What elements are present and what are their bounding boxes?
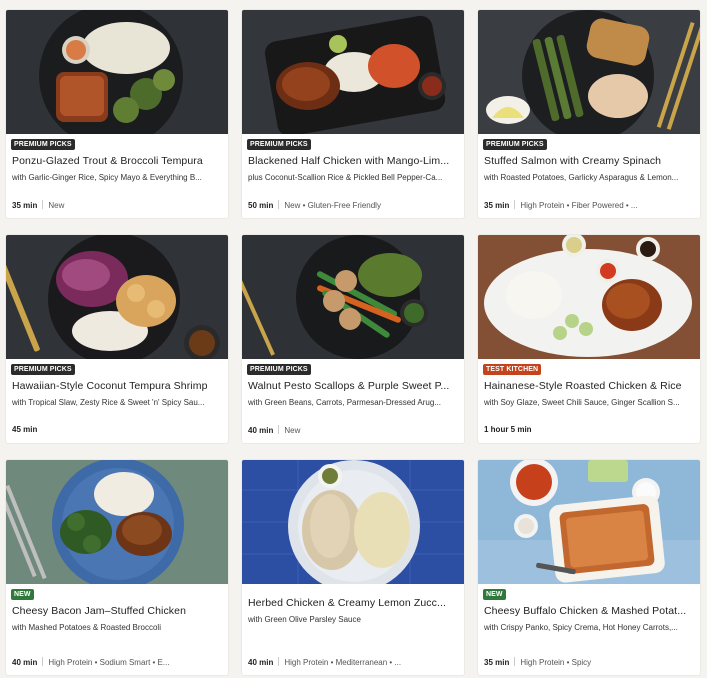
cook-time: 40 min (248, 658, 274, 667)
meta-divider (278, 200, 280, 209)
premium-picks-badge: PREMIUM PICKS (11, 364, 75, 375)
recipe-meta: 50 min New • Gluten-Free Friendly (248, 200, 458, 212)
cook-time: 35 min (12, 201, 38, 210)
premium-picks-badge: PREMIUM PICKS (483, 139, 547, 150)
recipe-image[interactable] (6, 460, 228, 584)
new-badge: NEW (11, 589, 34, 600)
recipe-title[interactable]: Ponzu-Glazed Trout & Broccoli Tempura (12, 155, 222, 167)
recipe-title[interactable]: Hainanese-Style Roasted Chicken & Rice (484, 380, 694, 392)
recipe-subtitle: with Soy Glaze, Sweet Chili Sauce, Ginge… (484, 398, 680, 407)
recipe-tags: New (48, 201, 65, 210)
new-badge: NEW (483, 589, 506, 600)
recipe-meta: 45 min (12, 425, 222, 437)
recipe-title[interactable]: Stuffed Salmon with Creamy Spinach (484, 155, 694, 167)
recipe-card[interactable]: TEST KITCHEN Hainanese-Style Roasted Chi… (478, 235, 700, 443)
meta-divider (514, 200, 516, 209)
recipe-title[interactable]: Walnut Pesto Scallops & Purple Sweet P..… (248, 380, 458, 392)
premium-picks-badge: PREMIUM PICKS (247, 364, 311, 375)
meta-divider (42, 200, 44, 209)
premium-picks-badge: PREMIUM PICKS (11, 139, 75, 150)
meta-divider (42, 657, 44, 666)
recipe-grid: PREMIUM PICKS Ponzu-Glazed Trout & Brocc… (6, 10, 703, 678)
recipe-tags: High Protein • Sodium Smart • E... (48, 658, 170, 667)
cook-time: 35 min (484, 658, 510, 667)
meta-divider (514, 657, 516, 666)
recipe-meta: 40 min High Protein • Mediterranean • ... (248, 657, 458, 669)
recipe-title[interactable]: Cheesy Bacon Jam–Stuffed Chicken (12, 605, 222, 617)
recipe-subtitle: with Green Beans, Carrots, Parmesan-Dres… (248, 398, 441, 407)
recipe-meta: 35 min New (12, 200, 222, 212)
cook-time: 40 min (248, 426, 274, 435)
test-kitchen-badge: TEST KITCHEN (483, 364, 542, 375)
recipe-title[interactable]: Hawaiian-Style Coconut Tempura Shrimp (12, 380, 222, 392)
recipe-subtitle: with Roasted Potatoes, Garlicky Asparagu… (484, 173, 679, 182)
cook-time: 1 hour 5 min (484, 425, 532, 434)
recipe-subtitle: with Tropical Slaw, Zesty Rice & Sweet '… (12, 398, 205, 407)
recipe-subtitle: plus Coconut-Scallion Rice & Pickled Bel… (248, 173, 443, 182)
recipe-title[interactable]: Herbed Chicken & Creamy Lemon Zucc... (248, 597, 458, 609)
recipe-subtitle: with Garlic-Ginger Rice, Spicy Mayo & Ev… (12, 173, 202, 182)
recipe-tags: New (284, 426, 301, 435)
recipe-image[interactable] (478, 235, 700, 359)
recipe-image[interactable] (242, 235, 464, 359)
recipe-image[interactable] (242, 460, 464, 584)
recipe-tags: High Protein • Fiber Powered • ... (520, 201, 638, 210)
recipe-meta: 1 hour 5 min (484, 425, 694, 437)
recipe-tags: High Protein • Spicy (520, 658, 592, 667)
recipe-card[interactable]: PREMIUM PICKS Ponzu-Glazed Trout & Brocc… (6, 10, 228, 218)
recipe-subtitle: with Green Olive Parsley Sauce (248, 615, 361, 624)
cook-time: 35 min (484, 201, 510, 210)
recipe-card[interactable]: PREMIUM PICKS Blackened Half Chicken wit… (242, 10, 464, 218)
meta-divider (278, 425, 280, 434)
recipe-meta: 40 min High Protein • Sodium Smart • E... (12, 657, 222, 669)
recipe-image[interactable] (478, 10, 700, 134)
meta-divider (278, 657, 280, 666)
recipe-subtitle: with Mashed Potatoes & Roasted Broccoli (12, 623, 161, 632)
recipe-image[interactable] (6, 235, 228, 359)
premium-picks-badge: PREMIUM PICKS (247, 139, 311, 150)
recipe-card[interactable]: PREMIUM PICKS Stuffed Salmon with Creamy… (478, 10, 700, 218)
recipe-meta: 40 min New (248, 425, 458, 437)
recipe-card[interactable]: NEW Cheesy Buffalo Chicken & Mashed Pota… (478, 460, 700, 675)
recipe-image[interactable] (242, 10, 464, 134)
recipe-title[interactable]: Cheesy Buffalo Chicken & Mashed Potat... (484, 605, 694, 617)
cook-time: 40 min (12, 658, 38, 667)
recipe-meta: 35 min High Protein • Fiber Powered • ... (484, 200, 694, 212)
recipe-meta: 35 min High Protein • Spicy (484, 657, 694, 669)
recipe-image[interactable] (6, 10, 228, 134)
recipe-tags: New • Gluten-Free Friendly (284, 201, 381, 210)
cook-time: 45 min (12, 425, 38, 434)
recipe-tags: High Protein • Mediterranean • ... (284, 658, 402, 667)
recipe-card[interactable]: PREMIUM PICKS Walnut Pesto Scallops & Pu… (242, 235, 464, 443)
cook-time: 50 min (248, 201, 274, 210)
recipe-card[interactable]: PREMIUM PICKS Hawaiian-Style Coconut Tem… (6, 235, 228, 443)
recipe-subtitle: with Crispy Panko, Spicy Crema, Hot Hone… (484, 623, 678, 632)
recipe-card[interactable]: Herbed Chicken & Creamy Lemon Zucc... wi… (242, 460, 464, 675)
recipe-image[interactable] (478, 460, 700, 584)
recipe-title[interactable]: Blackened Half Chicken with Mango-Lim... (248, 155, 458, 167)
recipe-card[interactable]: NEW Cheesy Bacon Jam–Stuffed Chicken wit… (6, 460, 228, 675)
